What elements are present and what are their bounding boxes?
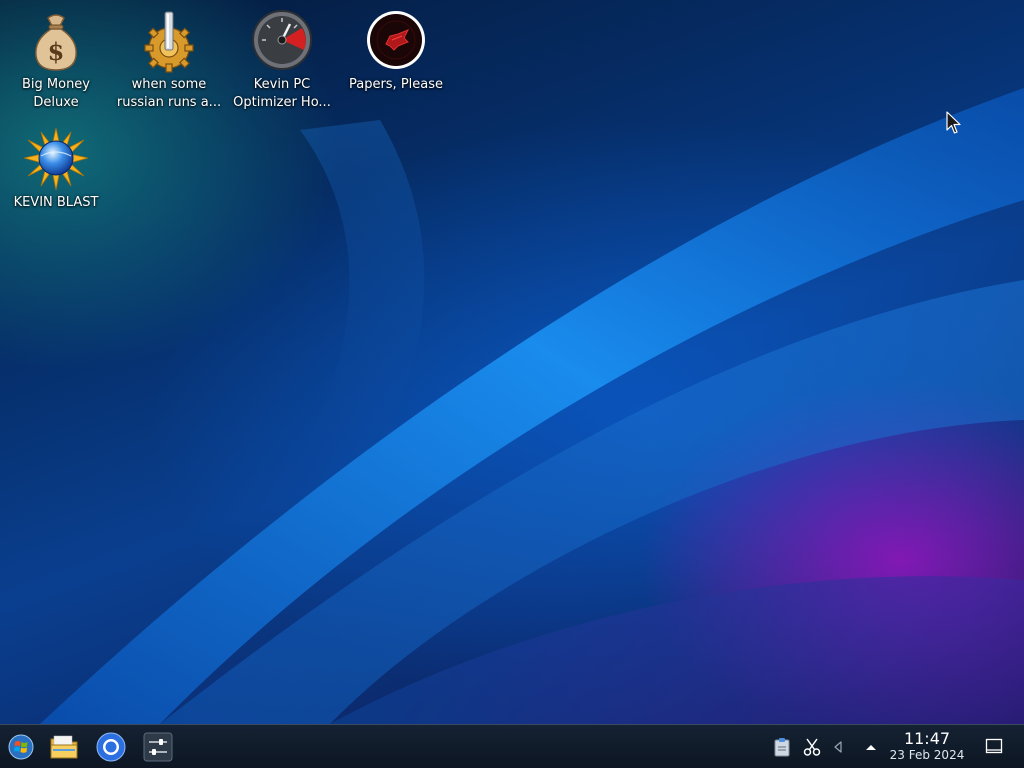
scissors-icon: [803, 738, 821, 756]
desktop-icon-label: Big Money Deluxe: [21, 77, 90, 110]
desktop-icon-label: Kevin PC Optimizer Ho...: [233, 77, 331, 110]
desktop-icon-kevin-blast[interactable]: KEVIN BLAST: [2, 128, 110, 212]
clock-date: 23 Feb 2024: [889, 748, 965, 762]
clock-time: 11:47: [903, 729, 951, 748]
money-bag-icon: $: [35, 14, 77, 71]
desktop-icon-papers-please[interactable]: Papers, Please: [342, 10, 450, 94]
desktop-icon-label: KEVIN BLAST: [13, 195, 99, 210]
desktop[interactable]: $ Big Money Deluxe when some russian run…: [0, 0, 1024, 724]
tray-volume[interactable]: [828, 737, 848, 757]
desktop-icon-big-money-deluxe[interactable]: $ Big Money Deluxe: [2, 10, 110, 112]
expand-arrow-icon: [866, 745, 876, 750]
papers-please-icon: [367, 11, 425, 69]
desktop-icon-label: when some russian runs a...: [116, 77, 222, 110]
start-menu-icon: [8, 734, 34, 760]
taskbar: 11:47 23 Feb 2024: [0, 724, 1024, 768]
speedometer-icon: [252, 10, 312, 70]
desktop-icon-kevin-pc-optimizer[interactable]: Kevin PC Optimizer Ho...: [228, 10, 336, 112]
clock[interactable]: 11:47 23 Feb 2024: [884, 730, 970, 763]
settings-button[interactable]: [142, 731, 174, 763]
sun-globe-icon: [24, 128, 88, 191]
settings-sliders-icon: [143, 732, 173, 762]
clipboard-icon: [774, 738, 790, 757]
gear-icon: [144, 11, 194, 73]
svg-text:$: $: [48, 37, 65, 66]
browser-icon: [96, 732, 126, 762]
mouse-pointer-icon: [946, 111, 961, 134]
start-menu-button[interactable]: [5, 731, 37, 763]
file-manager-button[interactable]: [48, 731, 80, 763]
tray-expand-button[interactable]: [861, 737, 881, 757]
file-manager-folder-icon: [50, 735, 78, 759]
show-desktop-button[interactable]: [984, 736, 1004, 756]
tray-clipboard[interactable]: [772, 737, 792, 757]
tray-screenshot-tool[interactable]: [802, 737, 822, 757]
browser-button[interactable]: [95, 731, 127, 763]
desktop-icon-russian[interactable]: when some russian runs a...: [115, 10, 223, 112]
volume-icon: [834, 741, 842, 753]
show-desktop-icon: [985, 738, 1003, 754]
desktop-icon-label: Papers, Please: [348, 77, 444, 92]
